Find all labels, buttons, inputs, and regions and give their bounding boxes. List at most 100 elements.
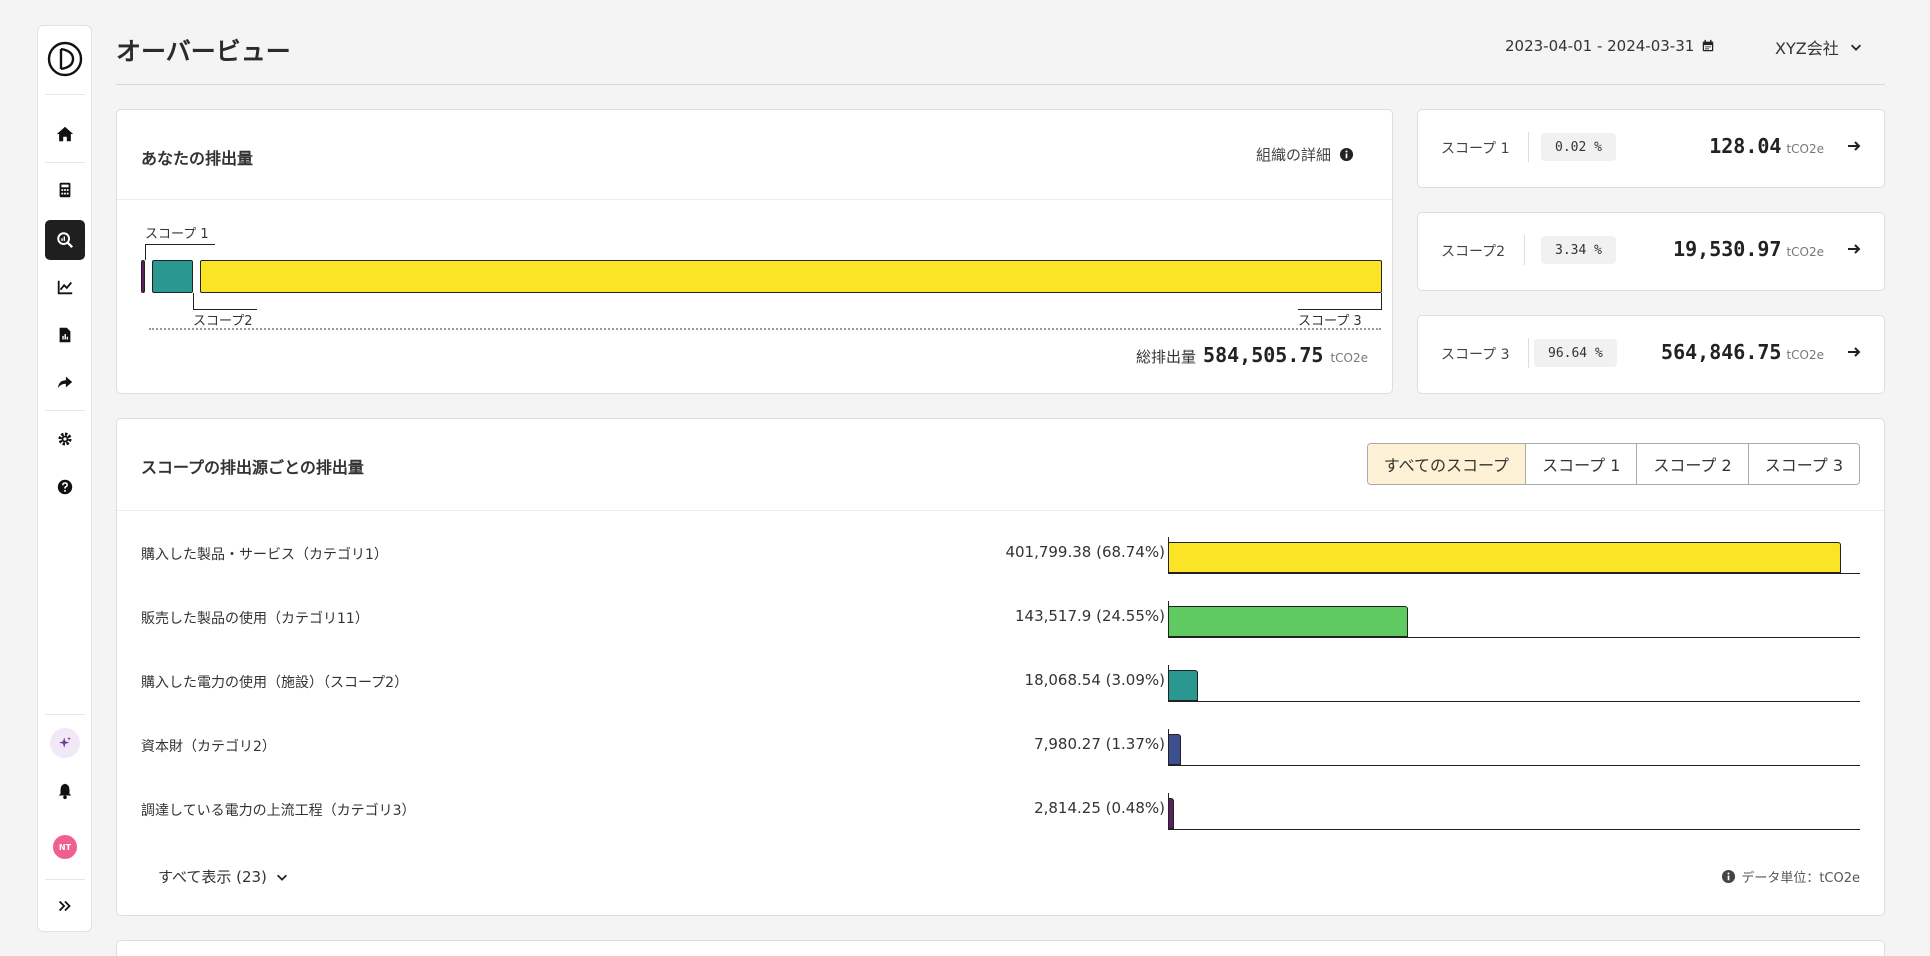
row-label: 調達している電力の上流工程（カテゴリ3） [141,803,416,819]
scope1-unit: tCO2e [1786,142,1824,156]
share-icon [57,376,73,389]
arrow-right-icon[interactable] [1846,344,1862,360]
avatar[interactable]: NT [53,835,77,859]
row-axis-line [1168,765,1860,766]
scope-divider [1524,235,1525,265]
tab-scope3[interactable]: スコープ 3 [1747,444,1859,484]
sidebar-item-ai-assistant[interactable] [50,728,80,758]
info-icon [1339,147,1354,162]
row-axis-line [1168,701,1860,702]
row-value: 2,814.25 (0.48%) [1034,799,1165,817]
sparkle-icon [59,736,72,748]
total-emissions: 総排出量 584,505.75 tCO2e [1136,343,1368,367]
chevron-down-icon [276,874,287,881]
show-all-button[interactable]: すべて表示 (23) [158,866,289,887]
row-label: 資本財（カテゴリ2） [141,739,276,755]
scope3-value: 564,846.75 tCO2e [1661,340,1824,364]
sidebar-item-share[interactable] [45,362,85,402]
scope3-leader [1298,309,1382,310]
calendar-icon [1703,39,1714,52]
company-selector[interactable]: XYZ会社 [1775,35,1863,59]
arrow-right-icon[interactable] [1846,241,1862,257]
total-label: 総排出量 [1136,348,1197,366]
calculator-icon [59,182,71,198]
sidebar-item-help[interactable] [45,467,85,507]
row-bar [1168,798,1174,829]
scope2-percent-badge: 3.34 % [1541,236,1616,264]
scope-divider [1528,338,1529,368]
scope2-value: 19,530.97 tCO2e [1673,237,1824,261]
help-icon [57,479,73,495]
scope3-name: スコープ 3 [1441,347,1510,363]
row-value: 18,068.54 (3.09%) [1024,671,1165,689]
sidebar: NT [37,25,92,932]
header-divider [116,84,1885,85]
scope-tabs: すべてのスコープ スコープ 1 スコープ 2 スコープ 3 [1366,443,1860,485]
scope2-unit: tCO2e [1786,245,1824,259]
sidebar-divider [45,410,85,411]
trend-icon [57,280,73,295]
app-logo-icon[interactable] [47,41,83,77]
report-icon [59,327,71,343]
scope1-label: スコープ 1 [145,227,209,242]
row-value: 7,980.27 (1.37%) [1034,735,1165,753]
scope2-leader [193,309,257,310]
sidebar-divider [45,879,85,880]
scope3-amount: 564,846.75 [1661,340,1782,364]
tab-scope1[interactable]: スコープ 1 [1525,444,1637,484]
scope1-segment [141,260,145,293]
sidebar-expand-button[interactable] [45,886,85,926]
sidebar-item-settings[interactable] [45,419,85,459]
row-bar [1168,542,1841,573]
row-label: 販売した製品の使用（カテゴリ11） [141,611,369,627]
settings-icon [58,432,72,446]
date-range-text: 2023-04-01 - 2024-03-31 [1505,37,1695,55]
sidebar-item-reports[interactable] [45,315,85,355]
total-unit: tCO2e [1330,351,1368,365]
sidebar-divider [45,162,85,163]
sidebar-item-notifications[interactable] [45,771,85,811]
scope2-leader [193,293,194,309]
sidebar-item-calculator[interactable] [45,170,85,210]
total-value: 584,505.75 [1203,343,1324,367]
sources-title: スコープの排出源ごとの排出量 [141,458,364,477]
scope3-card[interactable]: スコープ 3 96.64 % 564,846.75 tCO2e [1417,315,1885,394]
card-divider [117,199,1392,200]
sidebar-item-trends[interactable] [45,267,85,307]
scope1-card[interactable]: スコープ 1 0.02 % 128.04 tCO2e [1417,109,1885,188]
sidebar-item-analysis[interactable] [45,220,85,260]
row-bar [1168,734,1182,765]
analysis-icon [57,232,74,249]
arrow-right-icon[interactable] [1846,138,1862,154]
scope3-segment [200,260,1382,293]
info-icon [1722,869,1736,884]
row-bar [1168,606,1409,637]
tab-scope2[interactable]: スコープ 2 [1636,444,1748,484]
row-axis-line [1168,637,1860,638]
scope3-unit: tCO2e [1786,348,1824,362]
scope1-amount: 128.04 [1709,134,1782,158]
row-axis-line [1168,573,1860,574]
show-all-label: すべて表示 (23) [158,868,267,886]
emissions-title: あなたの排出量 [141,149,254,168]
scope3-percent-badge: 96.64 % [1534,339,1617,367]
company-name: XYZ会社 [1775,39,1839,58]
scope2-card[interactable]: スコープ2 3.34 % 19,530.97 tCO2e [1417,212,1885,291]
sidebar-divider [45,94,85,95]
date-range-picker[interactable]: 2023-04-01 - 2024-03-31 [1505,37,1715,55]
org-detail-link[interactable]: 組織の詳細 [1256,144,1354,165]
tab-all-scopes[interactable]: すべてのスコープ [1367,444,1526,484]
org-detail-label: 組織の詳細 [1255,146,1331,164]
row-value: 401,799.38 (68.74%) [1005,543,1165,561]
row-bar [1168,670,1199,701]
sidebar-divider [45,714,85,715]
emissions-card: あなたの排出量 組織の詳細 スコープ 1 スコープ2 スコープ 3 総排出量 5… [116,109,1393,394]
scope2-label: スコープ2 [193,314,253,329]
scope1-name: スコープ 1 [1441,141,1510,157]
page-title: オーバービュー [116,37,291,66]
scope-divider [1528,132,1529,162]
scope2-name: スコープ2 [1441,244,1506,260]
sidebar-item-home[interactable] [45,114,85,154]
scope2-segment [152,260,194,293]
dotted-divider [149,328,1381,330]
